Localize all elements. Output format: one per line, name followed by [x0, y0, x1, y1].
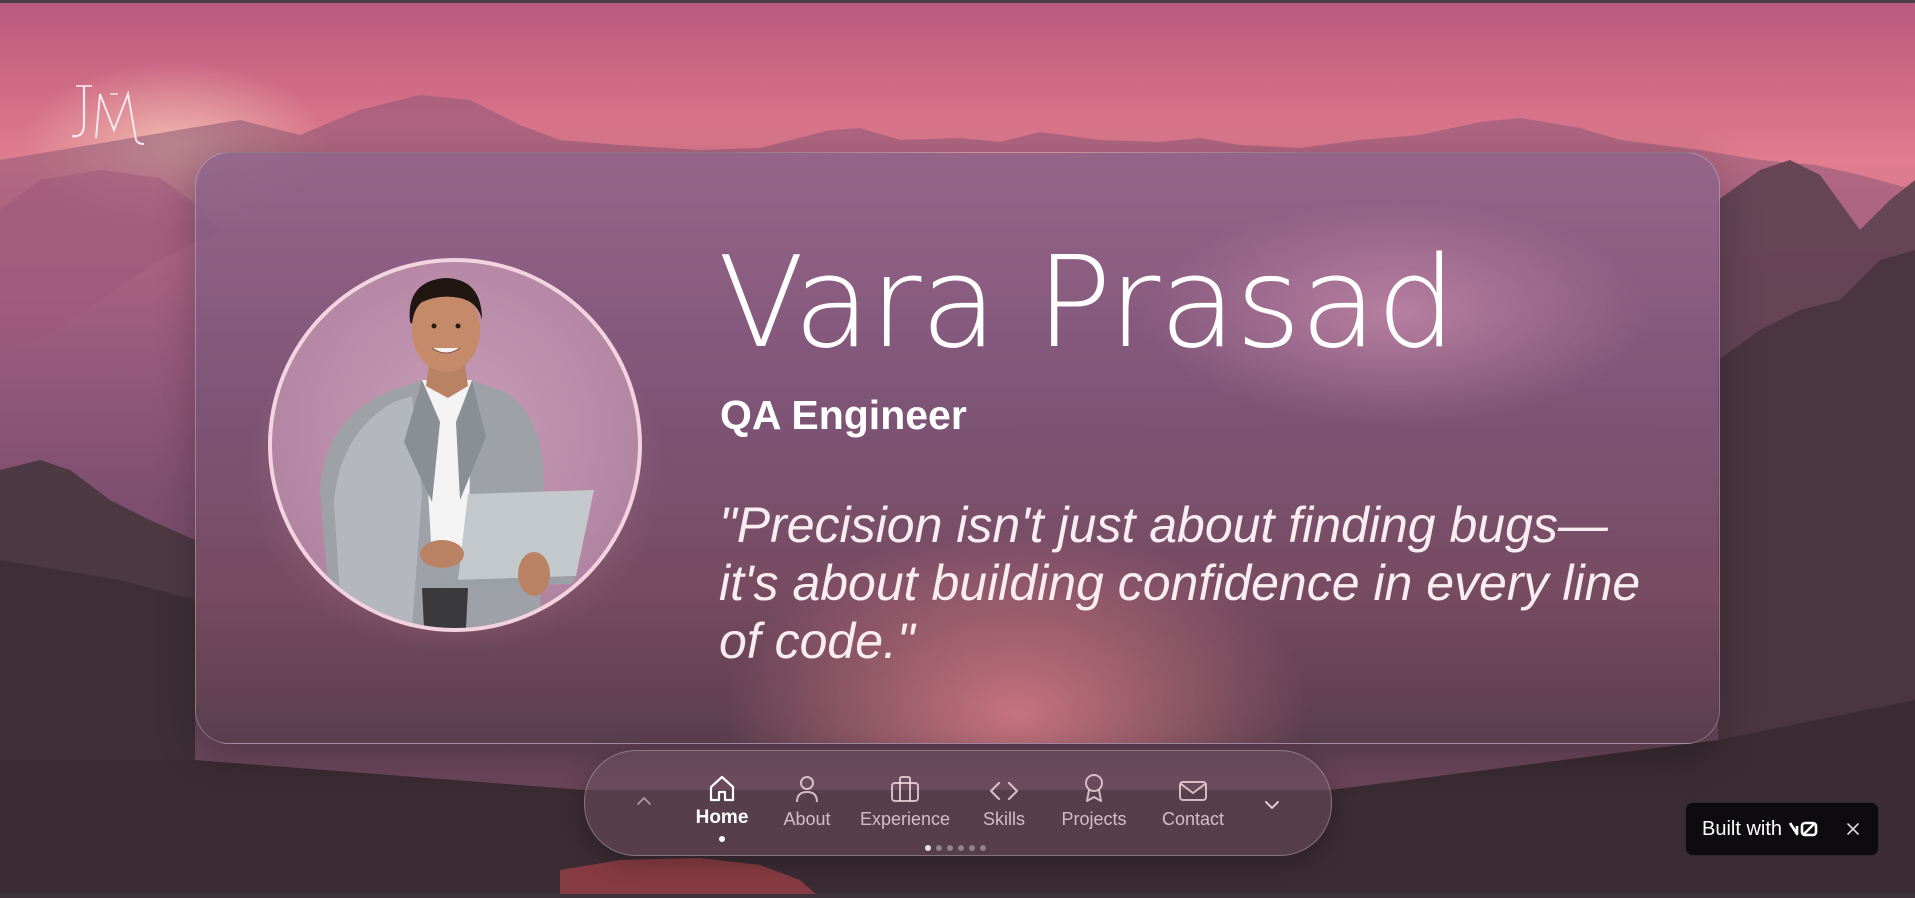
active-indicator-dot — [719, 836, 725, 842]
nav-item-label: About — [783, 809, 831, 829]
chevron-up-icon — [637, 796, 651, 805]
bottom-border — [0, 894, 1915, 898]
jm-monogram-icon — [71, 85, 145, 145]
hero-quote: "Precision isn't just about finding bugs… — [719, 497, 1641, 669]
code-icon — [988, 769, 1020, 803]
pager-dot[interactable] — [969, 845, 975, 851]
nav-item-skills[interactable]: Skills — [968, 751, 1040, 855]
pager-dot[interactable] — [958, 845, 964, 851]
nav-prev-button[interactable] — [628, 785, 660, 817]
close-button[interactable] — [1842, 818, 1864, 840]
nav-item-contact[interactable]: Contact — [1151, 751, 1235, 855]
nav-item-experience[interactable]: Experience — [855, 751, 955, 855]
pager-dot[interactable] — [936, 845, 942, 851]
built-with-v0-badge[interactable]: Built with — [1685, 802, 1879, 856]
nav-next-button[interactable] — [1256, 789, 1288, 821]
award-icon — [1082, 769, 1106, 803]
pager-dot[interactable] — [925, 845, 931, 851]
nav-item-label: Contact — [1161, 809, 1225, 829]
hero-role: QA Engineer — [720, 392, 967, 438]
v0-badge-text: Built with — [1702, 817, 1783, 840]
hero-name: Vara Prasad — [718, 229, 1456, 376]
profile-photo-man-with-laptop-icon — [320, 278, 594, 628]
top-border — [0, 0, 1915, 3]
home-icon — [707, 769, 737, 803]
site-logo[interactable] — [66, 80, 150, 150]
profile-avatar — [268, 258, 642, 632]
pager-dot[interactable] — [947, 845, 953, 851]
pager-dot[interactable] — [980, 845, 986, 851]
close-icon — [1847, 823, 1859, 835]
section-pager — [925, 845, 986, 851]
nav-item-label: Skills — [982, 809, 1025, 829]
nav-item-label: Experience — [859, 809, 951, 829]
user-icon — [794, 769, 820, 803]
briefcase-icon — [890, 769, 920, 803]
chevron-down-icon — [1265, 801, 1279, 810]
nav-item-label: Home — [695, 807, 749, 828]
nav-item-label: Projects — [1061, 809, 1127, 829]
bottom-navigation: Home About Experience Skills Projects Co… — [584, 750, 1332, 856]
v0-logo-icon — [1788, 820, 1820, 838]
mail-icon — [1178, 769, 1208, 803]
nav-item-projects[interactable]: Projects — [1052, 751, 1136, 855]
nav-item-home[interactable]: Home — [687, 751, 757, 855]
nav-item-about[interactable]: About — [772, 751, 842, 855]
